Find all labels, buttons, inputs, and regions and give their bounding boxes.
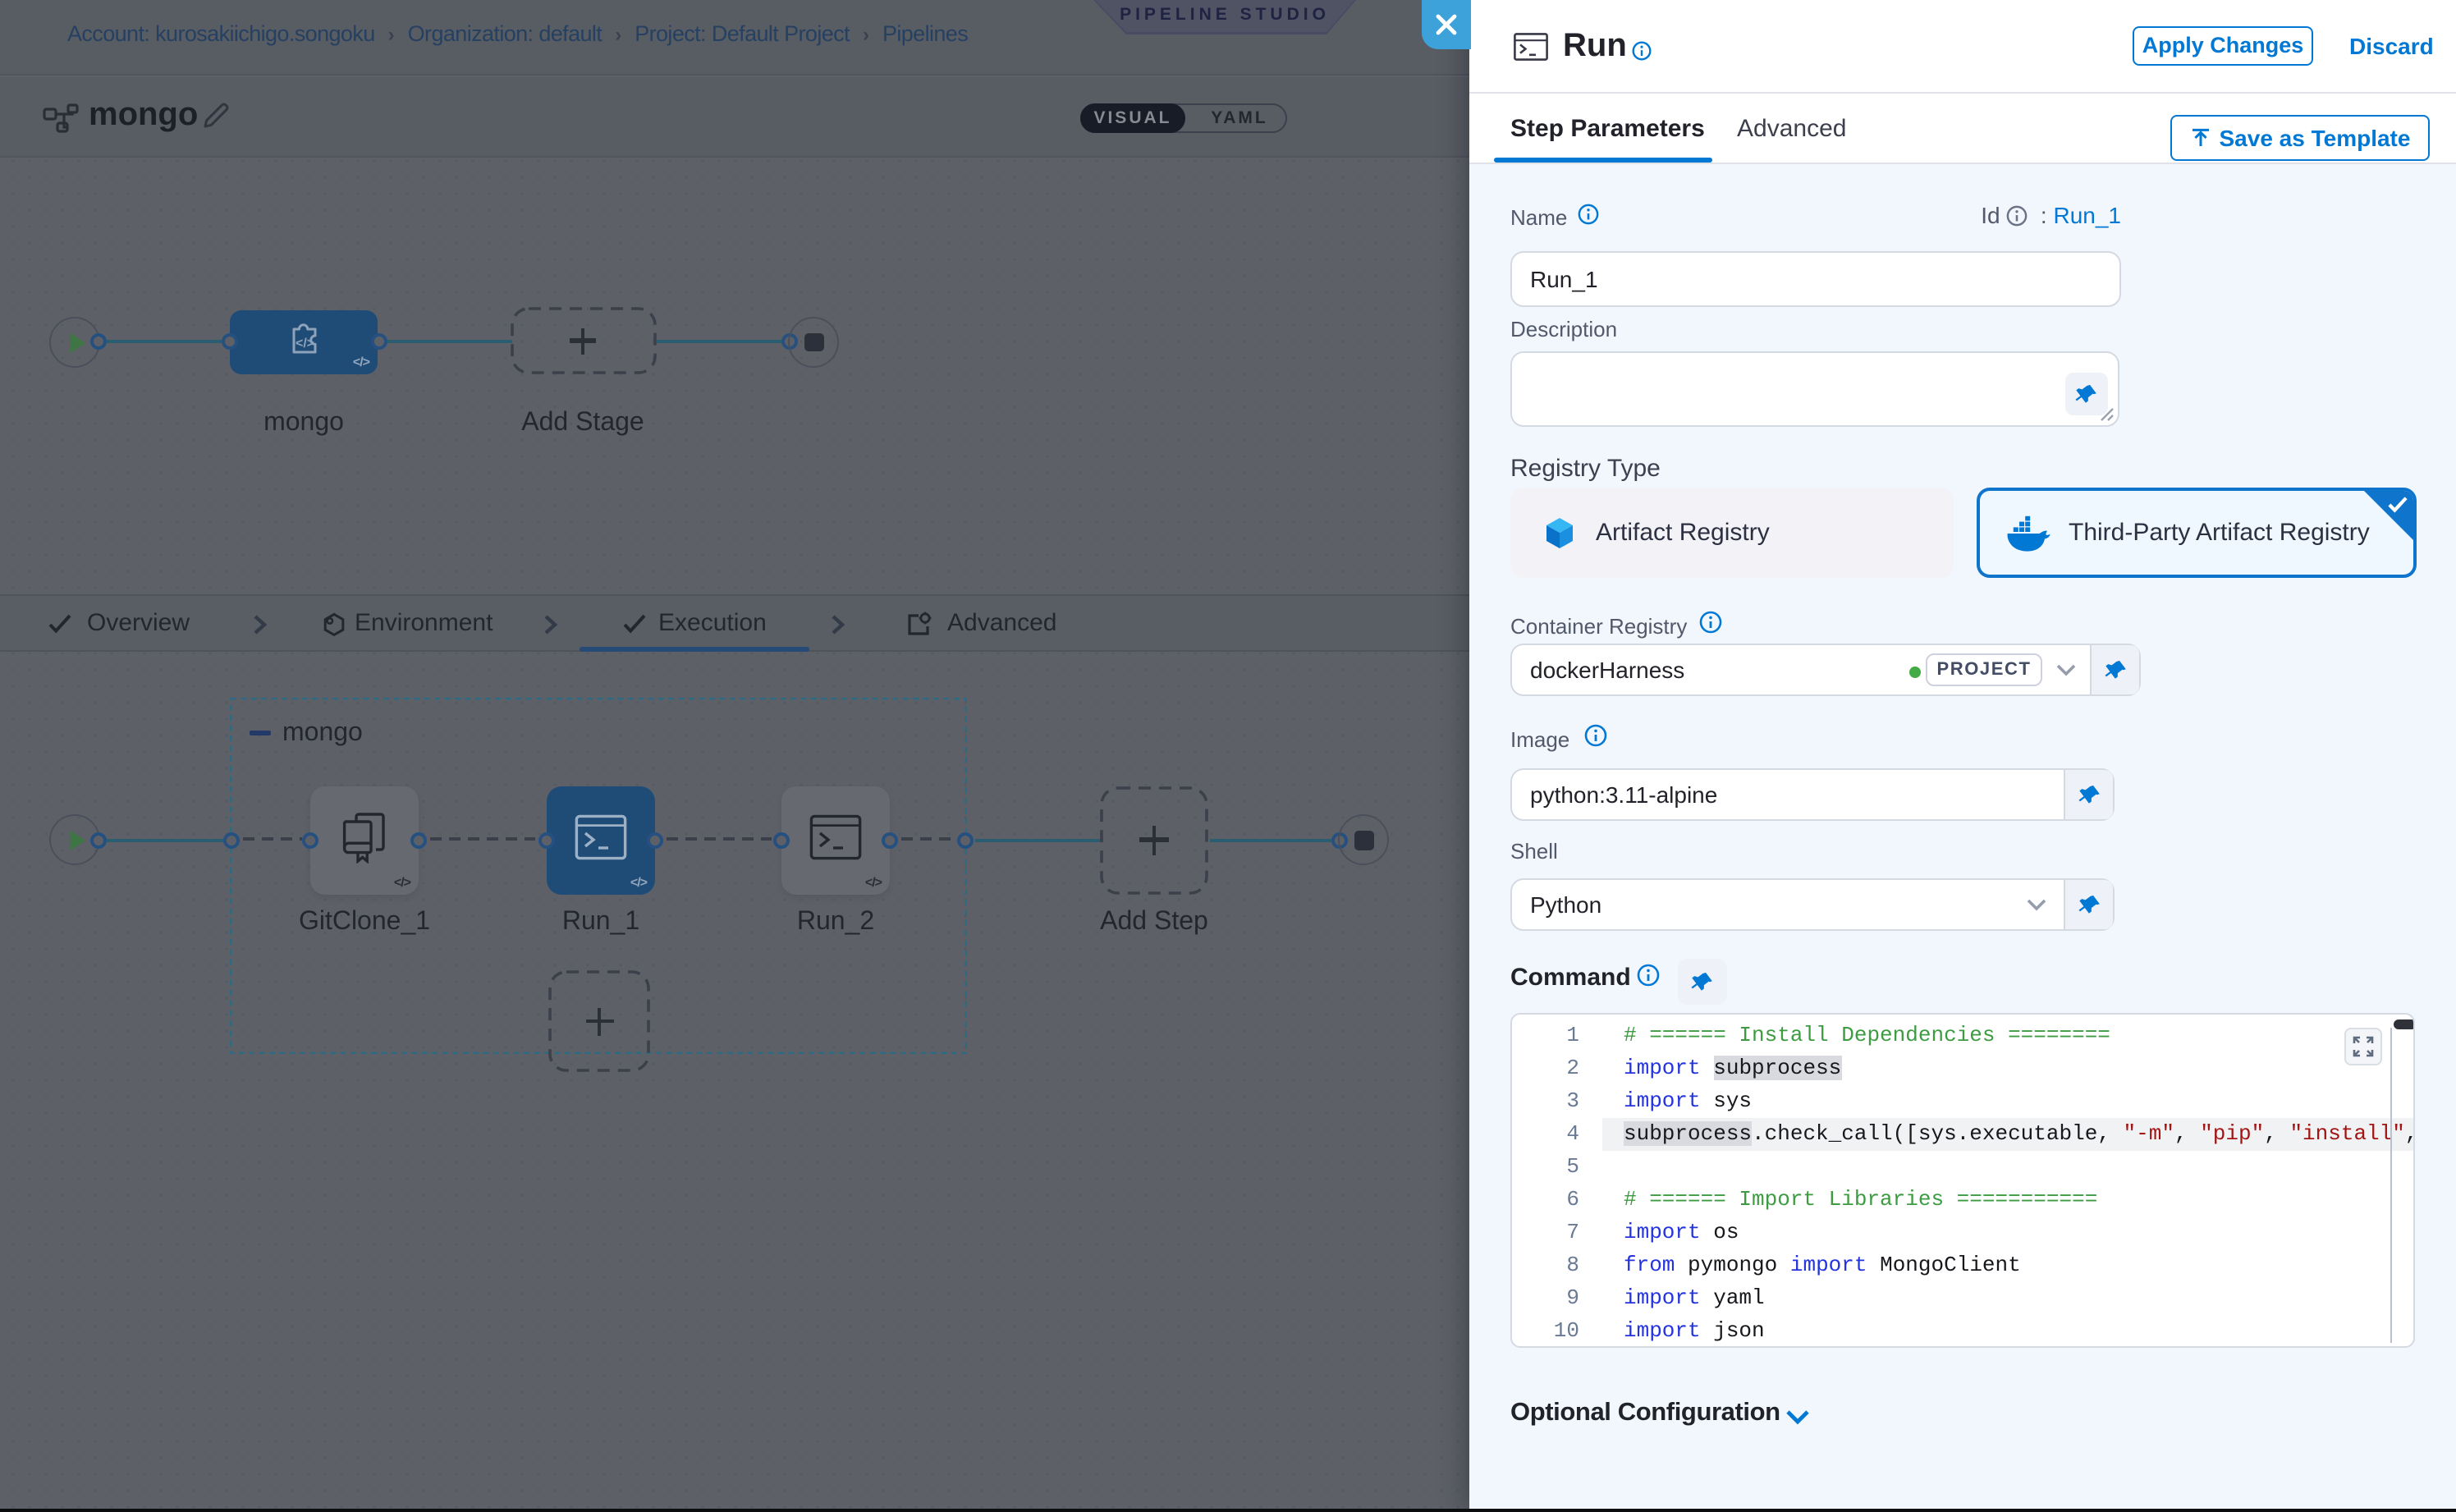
svg-text:</>: </> xyxy=(296,336,314,350)
